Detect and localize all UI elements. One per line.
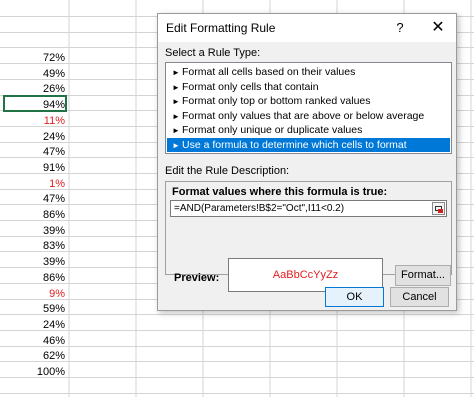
cell-value[interactable]: 9%: [0, 286, 65, 302]
cell-value[interactable]: 1%: [0, 176, 65, 192]
rule-type-label: Select a Rule Type:: [165, 47, 261, 59]
cell-value[interactable]: 24%: [0, 129, 65, 145]
rule-type-item[interactable]: ► Format all cells based on their values: [167, 65, 450, 79]
cell-value[interactable]: 39%: [0, 223, 65, 239]
rule-type-label: Format only unique or duplicate values: [182, 124, 363, 137]
rule-type-label: Format only values that are above or bel…: [182, 109, 425, 122]
formula-input[interactable]: =AND(Parameters!B$2="Oct",I11<0.2): [170, 200, 447, 217]
arrow-right-icon: ►: [172, 126, 180, 136]
cell-value[interactable]: 11%: [0, 113, 65, 129]
rule-type-label: Use a formula to determine which cells t…: [182, 139, 407, 151]
rule-type-label: Format all cells based on their values: [182, 66, 356, 78]
cell-value[interactable]: 72%: [0, 50, 65, 66]
cell-value[interactable]: 47%: [0, 191, 65, 207]
close-icon[interactable]: ✕: [426, 18, 450, 38]
arrow-right-icon: ►: [172, 111, 180, 121]
dialog-title: Edit Formatting Rule: [166, 21, 276, 35]
cell-value[interactable]: 47%: [0, 144, 65, 160]
cell-value[interactable]: 62%: [0, 348, 65, 364]
rule-type-item[interactable]: ► Format only values that are above or be…: [167, 109, 450, 123]
cell-value[interactable]: 49%: [0, 66, 65, 82]
arrow-right-icon: ►: [172, 141, 180, 150]
arrow-right-icon: ►: [172, 82, 180, 92]
rule-description-panel: Format values where this formula is true…: [165, 181, 452, 292]
edit-formatting-rule-dialog: Edit Formatting Rule ? ✕ Select a Rule T…: [157, 13, 457, 311]
rule-type-list[interactable]: ► Format all cells based on their values ►…: [165, 62, 452, 154]
rule-type-item[interactable]: ► Format only unique or duplicate values: [167, 123, 450, 137]
formula-value: =AND(Parameters!B$2="Oct",I11<0.2): [174, 203, 345, 214]
cell-value[interactable]: 100%: [0, 364, 65, 380]
cell-value[interactable]: 86%: [0, 270, 65, 286]
cell-value[interactable]: 39%: [0, 254, 65, 270]
rule-type-item[interactable]: ► Format only cells that contain: [167, 80, 450, 94]
rule-type-label: Format only cells that contain: [182, 80, 319, 93]
format-button[interactable]: Format...: [395, 265, 451, 286]
rule-type-item[interactable]: ► Use a formula to determine which cells …: [167, 138, 450, 152]
preview-label: Preview:: [174, 272, 220, 284]
active-cell-border: [3, 95, 67, 112]
cell-value[interactable]: 24%: [0, 317, 65, 333]
rule-description-label: Edit the Rule Description:: [165, 165, 290, 177]
cell-value[interactable]: 59%: [0, 301, 65, 317]
ok-button[interactable]: OK: [325, 287, 384, 307]
cancel-button[interactable]: Cancel: [390, 287, 449, 307]
cell-value[interactable]: 91%: [0, 160, 65, 176]
arrow-right-icon: ►: [172, 68, 180, 77]
dialog-titlebar: Edit Formatting Rule ? ✕: [158, 14, 456, 42]
rule-type-item[interactable]: ► Format only top or bottom ranked values: [167, 94, 450, 108]
formula-label: Format values where this formula is true…: [172, 186, 388, 198]
cell-value[interactable]: 83%: [0, 238, 65, 254]
cell-value[interactable]: 46%: [0, 333, 65, 349]
collapse-dialog-icon[interactable]: [432, 202, 445, 215]
help-button[interactable]: ?: [390, 20, 410, 36]
cell-value[interactable]: 86%: [0, 207, 65, 223]
arrow-right-icon: ►: [172, 97, 180, 107]
rule-type-label: Format only top or bottom ranked values: [182, 95, 371, 108]
